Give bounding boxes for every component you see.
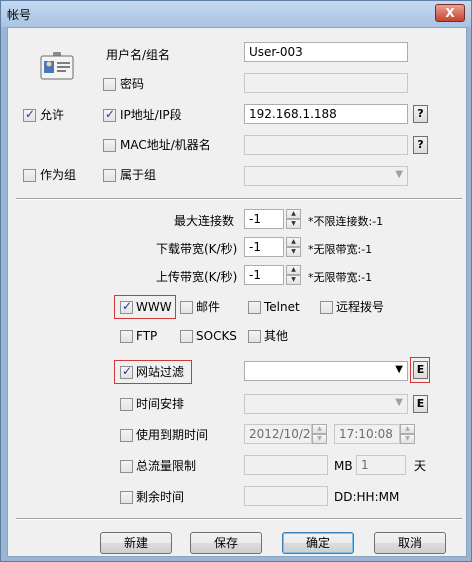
- web-filter-checkbox[interactable]: [120, 364, 133, 379]
- upload-label: 上传带宽(K/秒): [156, 270, 238, 284]
- new-button[interactable]: 新建: [100, 532, 172, 554]
- remaining-label: 剩余时间: [136, 490, 185, 504]
- ip-help-button[interactable]: ?: [413, 105, 428, 123]
- mail-checkbox[interactable]: [180, 301, 193, 314]
- spin-down-icon[interactable]: ▼: [400, 434, 415, 444]
- cancel-button[interactable]: 取消: [374, 532, 446, 554]
- close-button[interactable]: X: [435, 4, 465, 22]
- group-select[interactable]: ▼: [244, 166, 408, 186]
- expire-checkbox[interactable]: [120, 429, 133, 442]
- ip-label: IP地址/IP段: [120, 108, 182, 122]
- max-conn-label: 最大连接数: [174, 214, 235, 228]
- spin-up-icon[interactable]: ▲: [312, 424, 327, 434]
- remaining-input[interactable]: [244, 486, 328, 506]
- chevron-down-icon: ▼: [395, 397, 403, 408]
- spin-up-icon[interactable]: ▲: [286, 237, 301, 247]
- spin-up-icon[interactable]: ▲: [400, 424, 415, 434]
- traffic-unit-day: 天: [414, 459, 427, 473]
- remote-dial-checkbox[interactable]: [320, 301, 333, 314]
- spin-up-icon[interactable]: ▲: [286, 209, 301, 219]
- ok-button[interactable]: 确定: [282, 532, 354, 554]
- max-conn-input[interactable]: -1: [244, 209, 284, 229]
- remaining-format: DD:HH:MM: [334, 490, 400, 504]
- expire-time-stepper[interactable]: ▲ ▼: [400, 424, 415, 444]
- schedule-select[interactable]: ▼: [244, 394, 408, 414]
- traffic-input[interactable]: [244, 455, 328, 475]
- spin-down-icon[interactable]: ▼: [312, 434, 327, 444]
- ip-input[interactable]: 192.168.1.188: [244, 104, 408, 124]
- upload-stepper[interactable]: ▲ ▼: [286, 265, 301, 285]
- mac-checkbox[interactable]: [103, 139, 116, 152]
- expire-date-input[interactable]: 2012/10/29: [244, 424, 312, 444]
- traffic-unit-mb: MB: [334, 459, 353, 473]
- max-conn-stepper[interactable]: ▲ ▼: [286, 209, 301, 229]
- separator: [16, 518, 462, 520]
- expire-date-stepper[interactable]: ▲ ▼: [312, 424, 327, 444]
- account-dialog: 帐号 X 用户名/组名 User-003 密码 允许 IP地址/IP段: [0, 0, 472, 562]
- expire-label: 使用到期时间: [136, 428, 209, 442]
- mac-help-button[interactable]: ?: [413, 136, 428, 154]
- remote-dial-label: 远程拨号: [336, 300, 385, 314]
- window-title: 帐号: [7, 8, 32, 22]
- username-input[interactable]: User-003: [244, 42, 408, 62]
- spin-down-icon[interactable]: ▼: [286, 247, 301, 257]
- allow-label: 允许: [40, 108, 65, 122]
- mail-label: 邮件: [196, 300, 221, 314]
- id-card-icon: [40, 52, 74, 83]
- max-conn-note: *不限连接数:-1: [308, 215, 384, 228]
- socks-label: SOCKS: [196, 329, 237, 343]
- belongs-group-label: 属于组: [120, 168, 157, 182]
- password-checkbox[interactable]: [103, 78, 116, 91]
- dialog-body: 用户名/组名 User-003 密码 允许 IP地址/IP段 192.168.1…: [7, 27, 467, 557]
- download-label: 下载带宽(K/秒): [156, 242, 238, 256]
- schedule-label: 时间安排: [136, 397, 185, 411]
- download-stepper[interactable]: ▲ ▼: [286, 237, 301, 257]
- as-group-checkbox[interactable]: [23, 169, 36, 182]
- ip-checkbox[interactable]: [103, 107, 116, 122]
- other-label: 其他: [264, 329, 289, 343]
- www-checkbox[interactable]: [120, 299, 133, 314]
- upload-input[interactable]: -1: [244, 265, 284, 285]
- www-label: WWW: [136, 300, 172, 314]
- save-button[interactable]: 保存: [190, 532, 262, 554]
- other-checkbox[interactable]: [248, 330, 261, 343]
- spin-down-icon[interactable]: ▼: [286, 219, 301, 229]
- ftp-label: FTP: [136, 329, 158, 343]
- upload-note: *无限带宽:-1: [308, 271, 373, 284]
- web-filter-select[interactable]: ▼: [244, 361, 408, 381]
- ftp-checkbox[interactable]: [120, 330, 133, 343]
- as-group-label: 作为组: [40, 168, 77, 182]
- mac-input[interactable]: [244, 135, 408, 155]
- traffic-days-input[interactable]: 1: [356, 455, 406, 475]
- mac-label: MAC地址/机器名: [120, 138, 211, 152]
- password-label: 密码: [120, 77, 145, 91]
- spin-up-icon[interactable]: ▲: [286, 265, 301, 275]
- traffic-checkbox[interactable]: [120, 460, 133, 473]
- remaining-checkbox[interactable]: [120, 491, 133, 504]
- schedule-checkbox[interactable]: [120, 398, 133, 411]
- chevron-down-icon: ▼: [395, 169, 403, 180]
- allow-checkbox[interactable]: [23, 107, 36, 122]
- telnet-checkbox[interactable]: [248, 301, 261, 314]
- schedule-edit-button[interactable]: E: [413, 395, 428, 413]
- expire-time-input[interactable]: 17:10:08: [334, 424, 400, 444]
- download-input[interactable]: -1: [244, 237, 284, 257]
- traffic-label: 总流量限制: [136, 459, 197, 473]
- web-filter-edit-button[interactable]: E: [413, 361, 428, 379]
- title-bar[interactable]: 帐号 X: [1, 1, 471, 27]
- telnet-label: Telnet: [264, 300, 300, 314]
- socks-checkbox[interactable]: [180, 330, 193, 343]
- separator: [16, 198, 462, 200]
- web-filter-label: 网站过滤: [136, 365, 185, 379]
- password-input[interactable]: [244, 73, 408, 93]
- belongs-group-checkbox[interactable]: [103, 169, 116, 182]
- username-label: 用户名/组名: [106, 48, 171, 62]
- download-note: *无限带宽:-1: [308, 243, 373, 256]
- chevron-down-icon: ▼: [395, 364, 403, 375]
- spin-down-icon[interactable]: ▼: [286, 275, 301, 285]
